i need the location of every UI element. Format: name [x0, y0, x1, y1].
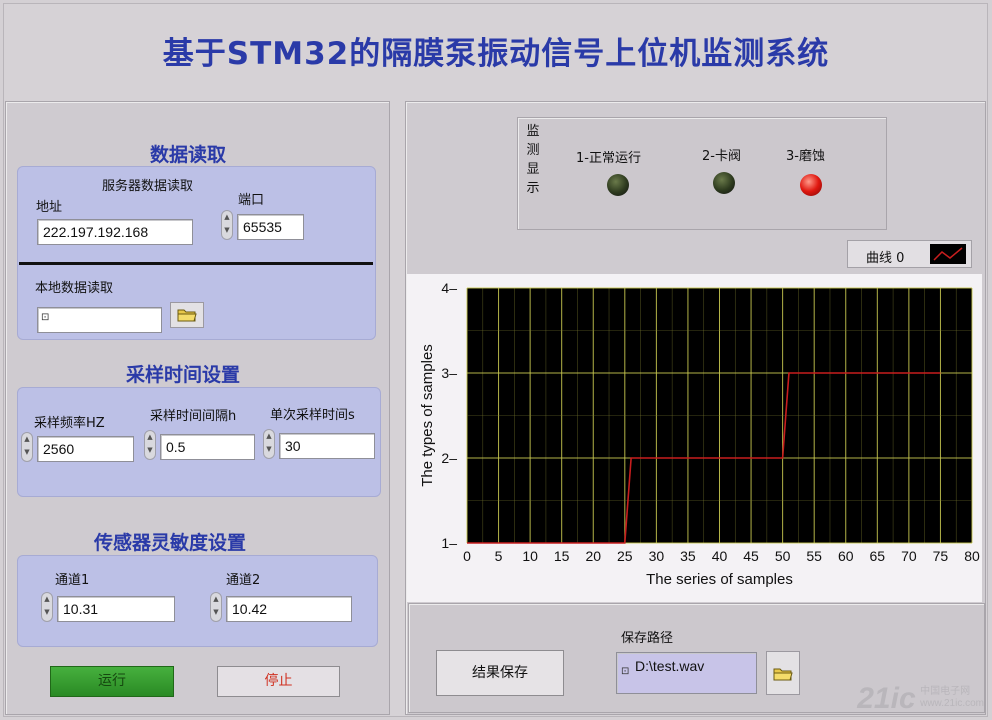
data-read-title: 数据读取: [150, 144, 227, 166]
port-label: 端口: [238, 193, 265, 208]
watermark-brand: 21ic: [857, 682, 916, 715]
save-path-label: 保存路径: [621, 631, 674, 646]
legend-label: 曲线 0: [866, 251, 905, 266]
x-tick-label: 60: [838, 548, 854, 564]
indicator-erosion-led: [800, 174, 822, 196]
watermark: 21ic 中国电子网 www.21ic.com: [857, 682, 984, 716]
indicator-normal-label: 1-正常运行: [576, 151, 641, 166]
x-tick-label: 70: [901, 548, 917, 564]
x-tick-label: 75: [933, 548, 949, 564]
chart: 0 5 10 15 20 25 30 35 40 45 50 55 60 65 70 75 80 1– 2– 3– 4–…: [419, 280, 980, 588]
freq-input[interactable]: 2560: [37, 436, 134, 462]
channel1-input[interactable]: 10.31: [57, 596, 175, 622]
x-tick-label: 35: [680, 548, 696, 564]
legend-swatch: [930, 244, 966, 264]
x-tick-label: 25: [617, 548, 633, 564]
port-input[interactable]: 65535: [237, 214, 304, 240]
single-time-input[interactable]: 30: [279, 433, 375, 459]
page-title: 基于STM32的隔膜泵振动信号上位机监测系统: [162, 36, 830, 72]
section-divider: [19, 262, 373, 265]
x-tick-label: 80: [964, 548, 980, 564]
freq-label: 采样频率HZ: [34, 416, 105, 431]
x-tick-label: 15: [554, 548, 570, 564]
freq-stepper[interactable]: ▲ ▼: [21, 432, 33, 462]
x-axis-label: The series of samples: [646, 571, 793, 588]
folder-icon: [177, 309, 197, 322]
port-stepper[interactable]: ▲ ▼: [221, 210, 233, 240]
local-read-label: 本地数据读取: [35, 281, 114, 296]
monitor-vertical-label: 监 测 显 示: [526, 124, 540, 196]
save-browse-button[interactable]: [766, 651, 800, 695]
path-icon: ⊡: [41, 312, 50, 323]
chart-area: 0 5 10 15 20 25 30 35 40 45 50 55 60 65 70 75 80 1– 2– 3– 4–…: [407, 274, 982, 602]
indicator-erosion-label: 3-磨蚀: [786, 149, 825, 164]
local-path-input[interactable]: [37, 307, 162, 333]
x-tick-label: 20: [585, 548, 601, 564]
y-tick-label: 4–: [441, 280, 457, 296]
sampling-title: 采样时间设置: [126, 364, 241, 386]
sensitivity-title: 传感器灵敏度设置: [94, 532, 247, 554]
indicator-normal-led: [607, 174, 629, 196]
x-tick-label: 5: [495, 548, 503, 564]
x-tick-label: 0: [463, 548, 471, 564]
x-tick-label: 45: [743, 548, 759, 564]
monitor-box: [517, 117, 887, 230]
address-label: 地址: [36, 200, 63, 215]
channel2-stepper[interactable]: ▲ ▼: [210, 592, 222, 622]
interval-input[interactable]: 0.5: [160, 434, 255, 460]
channel1-stepper[interactable]: ▲ ▼: [41, 592, 53, 622]
x-tick-label: 30: [649, 548, 665, 564]
indicator-valve-stuck-led: [713, 172, 735, 194]
x-tick-label: 50: [775, 548, 791, 564]
address-input[interactable]: 222.197.192.168: [37, 219, 193, 245]
y-tick-label: 3–: [441, 365, 457, 381]
channel2-input[interactable]: 10.42: [226, 596, 352, 622]
single-time-stepper[interactable]: ▲ ▼: [263, 429, 275, 459]
channel2-label: 通道2: [226, 573, 261, 588]
server-read-caption: 服务器数据读取: [102, 179, 194, 194]
stop-button[interactable]: 停止: [217, 666, 340, 697]
folder-icon: [773, 668, 793, 681]
channel1-label: 通道1: [55, 573, 90, 588]
local-browse-button[interactable]: [170, 302, 204, 328]
x-tick-label: 55: [806, 548, 822, 564]
plot-legend: 曲线 0: [847, 240, 972, 268]
save-result-button[interactable]: 结果保存: [436, 650, 564, 696]
indicator-valve-stuck-label: 2-卡阀: [702, 149, 741, 164]
y-axis-label: The types of samples: [419, 344, 436, 487]
run-button[interactable]: 运行: [50, 666, 174, 697]
interval-label: 采样时间间隔h: [150, 409, 237, 424]
save-path-input[interactable]: D:\test.wav: [616, 652, 757, 694]
interval-stepper[interactable]: ▲ ▼: [144, 430, 156, 460]
save-path-icon: ⊡: [621, 666, 630, 677]
y-tick-label: 2–: [441, 450, 457, 466]
x-tick-label: 10: [522, 548, 538, 564]
y-tick-label: 1–: [441, 535, 457, 551]
x-tick-label: 40: [712, 548, 728, 564]
watermark-sub: 中国电子网 www.21ic.com: [920, 686, 984, 709]
x-tick-label: 65: [870, 548, 886, 564]
single-time-label: 单次采样时间s: [270, 408, 355, 423]
